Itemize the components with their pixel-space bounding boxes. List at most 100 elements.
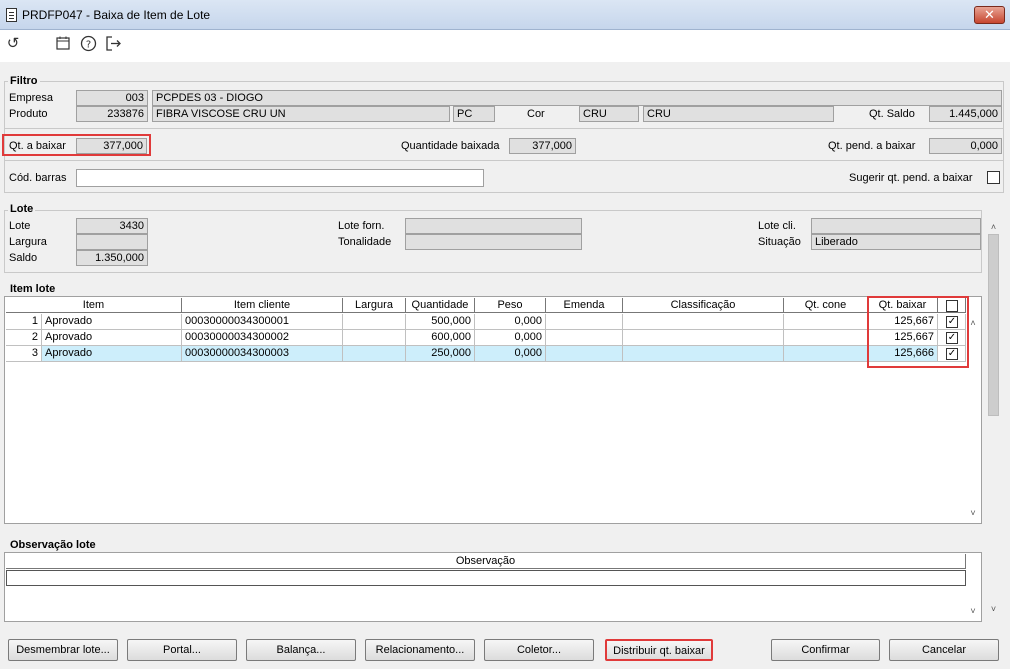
calendar-icon[interactable] xyxy=(54,35,72,53)
cell-quantidade[interactable]: 500,000 xyxy=(406,314,475,330)
cor-name-field: CRU xyxy=(643,106,834,122)
cell-item[interactable]: Aprovado xyxy=(42,330,182,346)
cell-item[interactable]: Aprovado xyxy=(42,314,182,330)
col-header-peso[interactable]: Peso xyxy=(475,298,546,313)
cell-item[interactable]: Aprovado xyxy=(42,346,182,362)
cell-emenda[interactable] xyxy=(546,330,623,346)
sugerir-checkbox[interactable] xyxy=(987,171,1000,184)
col-header-observacao[interactable]: Observação xyxy=(6,554,966,569)
grid-scroll-up-icon[interactable]: ˄ xyxy=(967,318,979,328)
cell-largura[interactable] xyxy=(343,346,406,362)
cell-peso[interactable]: 0,000 xyxy=(475,346,546,362)
cor-code-field[interactable]: CRU xyxy=(579,106,639,122)
cor-label: Cor xyxy=(527,108,545,120)
produto-unit-field: PC xyxy=(453,106,495,122)
cell-item-cliente[interactable]: 00030000034300003 xyxy=(182,346,343,362)
lote-label: Lote xyxy=(9,220,31,232)
qt-saldo-field: 1.445,000 xyxy=(929,106,1002,122)
document-icon xyxy=(6,8,17,22)
relacionamento-button[interactable]: Relacionamento... xyxy=(365,639,475,661)
undo-icon[interactable]: ↺ xyxy=(4,35,22,53)
row-number: 3 xyxy=(6,346,42,362)
divider xyxy=(4,160,1004,161)
distribuir-qt-baixar-button[interactable]: Distribuir qt. baixar xyxy=(605,639,713,661)
row-number: 1 xyxy=(6,314,42,330)
produto-label: Produto xyxy=(9,108,48,120)
cell-classificacao[interactable] xyxy=(623,330,784,346)
exit-icon[interactable] xyxy=(104,35,122,53)
cancelar-button[interactable]: Cancelar xyxy=(889,639,999,661)
cell-item-cliente[interactable]: 00030000034300002 xyxy=(182,330,343,346)
col-header-largura[interactable]: Largura xyxy=(343,298,406,313)
cell-emenda[interactable] xyxy=(546,314,623,330)
main-scroll-up-icon[interactable]: ˄ xyxy=(986,222,1001,232)
cell-peso[interactable]: 0,000 xyxy=(475,314,546,330)
saldo-label: Saldo xyxy=(9,252,38,264)
cod-barras-label: Cód. barras xyxy=(9,172,67,184)
qt-pend-field: 0,000 xyxy=(929,138,1002,154)
cell-classificacao[interactable] xyxy=(623,314,784,330)
cell-largura[interactable] xyxy=(343,314,406,330)
saldo-field: 1.350,000 xyxy=(76,250,148,266)
cod-barras-input[interactable] xyxy=(76,169,484,187)
lote-legend: Lote xyxy=(8,203,36,215)
col-header-quantidade[interactable]: Quantidade xyxy=(406,298,475,313)
help-icon[interactable]: ? xyxy=(79,35,97,53)
qtd-baixada-label: Quantidade baixada xyxy=(401,140,500,152)
largura-field xyxy=(76,234,148,250)
portal-button[interactable]: Portal... xyxy=(127,639,237,661)
cell-classificacao[interactable] xyxy=(623,346,784,362)
lote-cli-label: Lote cli. xyxy=(758,220,796,232)
tonalidade-label: Tonalidade xyxy=(338,236,392,248)
cell-largura[interactable] xyxy=(343,330,406,346)
cell-item-cliente[interactable]: 00030000034300001 xyxy=(182,314,343,330)
observacao-row[interactable] xyxy=(6,570,966,586)
main-scrollbar-thumb[interactable] xyxy=(988,234,999,416)
qt-baixar-column-highlight xyxy=(867,296,969,368)
qt-saldo-label: Qt. Saldo xyxy=(869,108,915,120)
qtd-baixada-field: 377,000 xyxy=(509,138,576,154)
observacao-legend: Observação lote xyxy=(8,539,98,551)
col-header-classificacao[interactable]: Classificação xyxy=(623,298,784,313)
balanca-button[interactable]: Balança... xyxy=(246,639,356,661)
window-title: PRDFP047 - Baixa de Item de Lote xyxy=(22,8,211,22)
situacao-field: Liberado xyxy=(811,234,981,250)
empresa-name-field: PCPDES 03 - DIOGO xyxy=(152,90,1002,106)
sugerir-label: Sugerir qt. pend. a baixar xyxy=(849,172,973,184)
cell-qt-cone[interactable] xyxy=(784,346,868,362)
cell-emenda[interactable] xyxy=(546,346,623,362)
col-header-emenda[interactable]: Emenda xyxy=(546,298,623,313)
lote-field: 3430 xyxy=(76,218,148,234)
row-number: 2 xyxy=(6,330,42,346)
svg-text:?: ? xyxy=(85,40,90,51)
desmembrar-lote-button[interactable]: Desmembrar lote... xyxy=(8,639,118,661)
confirmar-button[interactable]: Confirmar xyxy=(771,639,880,661)
empresa-code-field[interactable]: 003 xyxy=(76,90,148,106)
cell-qt-cone[interactable] xyxy=(784,314,868,330)
cell-qt-cone[interactable] xyxy=(784,330,868,346)
grid-scroll-down-icon[interactable]: ˅ xyxy=(967,508,979,518)
col-header-item-cliente[interactable]: Item cliente xyxy=(182,298,343,313)
divider xyxy=(4,128,1004,129)
close-button[interactable]: ✕ xyxy=(974,6,1005,24)
col-header-item[interactable]: Item xyxy=(6,298,182,313)
main-scroll-down-icon[interactable]: ˅ xyxy=(986,604,1001,614)
obs-scroll-down-icon[interactable]: ˅ xyxy=(967,606,979,616)
cell-peso[interactable]: 0,000 xyxy=(475,330,546,346)
lote-cli-field xyxy=(811,218,981,234)
cell-quantidade[interactable]: 250,000 xyxy=(406,346,475,362)
produto-code-field[interactable]: 233876 xyxy=(76,106,148,122)
coletor-button[interactable]: Coletor... xyxy=(484,639,594,661)
lote-forn-field xyxy=(405,218,582,234)
produto-name-field: FIBRA VISCOSE CRU UN xyxy=(152,106,450,122)
toolbar xyxy=(0,31,1010,59)
empresa-label: Empresa xyxy=(9,92,54,104)
qt-baixar-field[interactable]: 377,000 xyxy=(76,138,147,154)
situacao-label: Situação xyxy=(758,236,801,248)
lote-forn-label: Lote forn. xyxy=(338,220,385,232)
filtro-legend: Filtro xyxy=(8,75,40,87)
qt-baixar-label: Qt. a baixar xyxy=(9,140,66,152)
largura-label: Largura xyxy=(9,236,47,248)
col-header-qt-cone[interactable]: Qt. cone xyxy=(784,298,868,313)
cell-quantidade[interactable]: 600,000 xyxy=(406,330,475,346)
